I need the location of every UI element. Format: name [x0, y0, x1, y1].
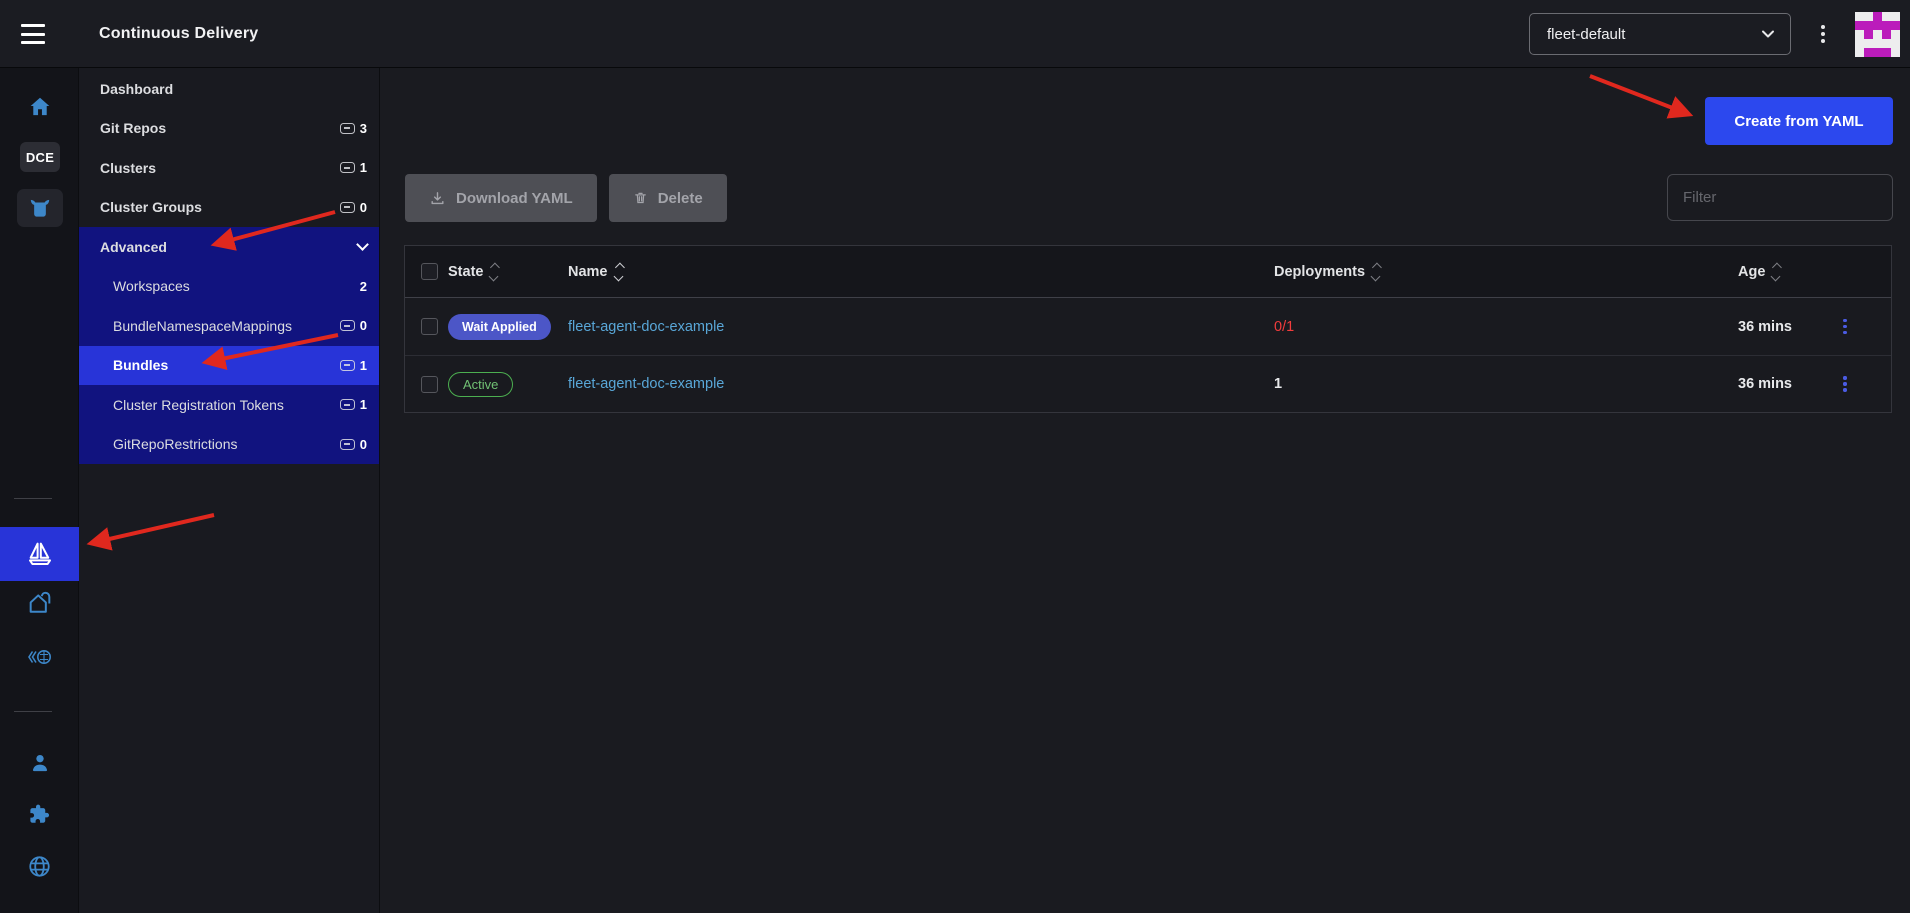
sidebar-item-advanced[interactable]: Advanced [79, 227, 379, 267]
bundle-name-link[interactable]: fleet-agent-doc-example [568, 319, 724, 335]
sidebar-item-bundles[interactable]: Bundles 1 [79, 346, 379, 386]
bundles-table: State Name Deployments Age Wait Applied … [404, 245, 1892, 413]
row-checkbox[interactable] [421, 318, 438, 335]
sort-icon [490, 264, 497, 280]
filter-input[interactable] [1667, 174, 1893, 221]
rail-divider [14, 498, 52, 499]
fleet-sailboat-icon[interactable] [0, 527, 79, 581]
column-header-deployments[interactable]: Deployments [1274, 264, 1738, 280]
column-header-name[interactable]: Name [568, 264, 1274, 280]
bulk-actions-toolbar: Download YAML Delete [405, 174, 1893, 222]
chevron-down-icon [356, 238, 369, 251]
cluster-management-wheel-icon[interactable] [0, 635, 79, 679]
deployments-value: 0/1 [1274, 319, 1738, 335]
user-avatar[interactable] [1855, 12, 1900, 57]
sidebar-item-git-repos[interactable]: Git Repos 3 [79, 109, 379, 149]
sidebar-advanced-group: Advanced Workspaces 2 BundleNamespaceMap… [79, 227, 379, 464]
workspace-select[interactable]: fleet-default [1529, 13, 1791, 55]
sidebar-item-cluster-registration-tokens[interactable]: Cluster Registration Tokens 1 [79, 385, 379, 425]
table-header-row: State Name Deployments Age [405, 246, 1891, 298]
users-person-icon[interactable] [0, 741, 79, 785]
download-icon [429, 190, 446, 207]
resource-count-icon [340, 123, 355, 134]
app-title: Continuous Delivery [99, 0, 258, 68]
sort-icon [1372, 264, 1379, 280]
trash-icon [633, 190, 648, 206]
rail-divider [14, 711, 52, 712]
age-value: 36 mins [1738, 376, 1835, 392]
topbar-kebab-menu[interactable] [1814, 22, 1832, 46]
row-actions-kebab[interactable] [1835, 316, 1855, 338]
sidebar-item-gitreporestrictions[interactable]: GitRepoRestrictions 0 [79, 425, 379, 465]
resource-count-icon [340, 439, 355, 450]
row-actions-kebab[interactable] [1835, 373, 1855, 395]
table-row: Active fleet-agent-doc-example 1 36 mins [405, 355, 1891, 412]
home-icon[interactable] [0, 85, 79, 129]
topbar-right-cluster: fleet-default [1529, 0, 1900, 68]
hamburger-menu-icon[interactable] [21, 24, 45, 44]
sidebar-item-clusters[interactable]: Clusters 1 [79, 148, 379, 188]
resource-count-icon [340, 399, 355, 410]
sidebar-nav: Dashboard Git Repos 3 Clusters 1 Cluster… [79, 68, 380, 913]
resource-count-icon [340, 360, 355, 371]
resource-count-icon [340, 320, 355, 331]
state-badge: Wait Applied [448, 314, 551, 340]
sort-icon [615, 264, 622, 280]
icon-rail: DCE [0, 68, 79, 913]
virtualization-barn-icon[interactable] [0, 581, 79, 625]
main-content: Bundles Create from YAML Download YAML D… [380, 68, 1910, 913]
cluster-badge-dce[interactable]: DCE [20, 142, 60, 172]
deployments-value: 1 [1274, 376, 1738, 392]
create-from-yaml-button[interactable]: Create from YAML [1705, 97, 1893, 145]
extensions-puzzle-icon[interactable] [0, 792, 79, 836]
sidebar-item-dashboard[interactable]: Dashboard [79, 69, 379, 109]
workspace-select-value: fleet-default [1547, 26, 1625, 43]
resource-count-icon [340, 202, 355, 213]
chevron-down-icon [1760, 26, 1776, 42]
download-yaml-button[interactable]: Download YAML [405, 174, 597, 222]
sort-icon [1772, 264, 1779, 280]
sidebar-item-cluster-groups[interactable]: Cluster Groups 0 [79, 188, 379, 228]
delete-button[interactable]: Delete [609, 174, 727, 222]
sidebar-item-bundlenamespacemappings[interactable]: BundleNamespaceMappings 0 [79, 306, 379, 346]
top-bar: Continuous Delivery fleet-default [0, 0, 1910, 68]
resource-count-icon [340, 162, 355, 173]
sidebar-item-workspaces[interactable]: Workspaces 2 [79, 267, 379, 307]
table-row: Wait Applied fleet-agent-doc-example 0/1… [405, 298, 1891, 355]
state-badge: Active [448, 372, 513, 397]
column-header-age[interactable]: Age [1738, 264, 1835, 280]
age-value: 36 mins [1738, 319, 1835, 335]
select-all-checkbox[interactable] [421, 263, 438, 280]
cattle-herd-icon[interactable] [17, 189, 63, 227]
bundle-name-link[interactable]: fleet-agent-doc-example [568, 376, 724, 392]
row-checkbox[interactable] [421, 376, 438, 393]
column-header-state[interactable]: State [448, 264, 568, 280]
global-settings-globe-icon[interactable] [0, 844, 79, 888]
